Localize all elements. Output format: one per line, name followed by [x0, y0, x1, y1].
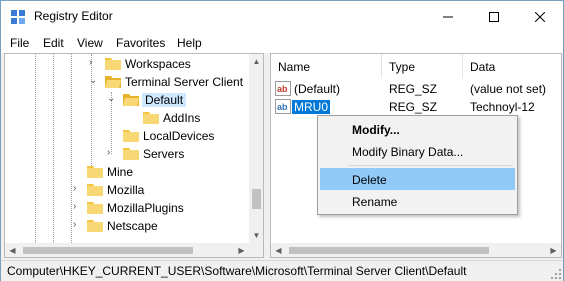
value-data: (value not set) [470, 82, 547, 96]
chevron-right-icon[interactable]: › [73, 184, 83, 194]
tree-item-localdevices[interactable]: LocalDevices [5, 127, 250, 145]
scroll-up-icon[interactable]: ▲ [249, 54, 263, 69]
tree-item-label: Default [142, 93, 187, 107]
tree-item-default[interactable]: ⌄ Default [5, 91, 250, 109]
menu-bar: File Edit View Favorites Help [1, 32, 563, 53]
tree-item-terminal-server-client[interactable]: ⌄ Terminal Server Client [5, 73, 250, 91]
tree-item-addins[interactable]: AddIns [5, 109, 250, 127]
folder-icon [143, 112, 159, 124]
scroll-right-icon[interactable]: ▶ [546, 243, 561, 257]
menu-edit[interactable]: Edit [43, 36, 64, 50]
string-value-icon: ab [275, 99, 291, 114]
folder-icon [87, 184, 103, 196]
folder-icon [87, 166, 103, 178]
scroll-right-icon[interactable]: ▶ [234, 243, 249, 257]
folder-open-icon [105, 76, 121, 88]
list-row-mru0[interactable]: ab MRU0 REG_SZ Technoyl-12 [271, 98, 561, 116]
maximize-icon [489, 11, 499, 22]
scroll-thumb[interactable] [23, 247, 193, 254]
svg-text:ab: ab [277, 102, 288, 112]
tree-item-label: Workspaces [125, 57, 191, 71]
tree-item-label: Terminal Server Client [125, 75, 244, 89]
menu-view[interactable]: View [77, 36, 103, 50]
scroll-left-icon[interactable]: ◀ [5, 243, 20, 257]
key-tree[interactable]: › Workspaces ⌄ Terminal Server Client ⌄ … [4, 53, 264, 258]
close-button[interactable] [517, 1, 563, 32]
menu-item-label: Modify... [352, 123, 400, 137]
folder-icon [87, 202, 103, 214]
menu-item-label: Rename [352, 195, 398, 209]
tree-item-label: Netscape [107, 219, 158, 233]
maximize-button[interactable] [471, 1, 517, 32]
list-horizontal-scrollbar[interactable]: ◀ ▶ [271, 243, 561, 257]
tree-item-label: MozillaPlugins [107, 201, 184, 215]
menu-item-label: Delete [352, 173, 387, 187]
tree-item-netscape[interactable]: › Netscape [5, 217, 250, 235]
tree-item-label: Mine [107, 165, 134, 179]
column-divider[interactable] [462, 54, 463, 78]
tree-item-mozillaplugins[interactable]: › MozillaPlugins [5, 199, 250, 217]
menu-item-modify[interactable]: Modify... [320, 118, 515, 140]
status-bar: Computer\HKEY_CURRENT_USER\Software\Micr… [1, 260, 563, 281]
window-title: Registry Editor [34, 9, 113, 23]
scroll-left-icon[interactable]: ◀ [271, 243, 286, 257]
tree-horizontal-scrollbar[interactable]: ◀ ▶ [5, 243, 249, 257]
scrollbar-corner [249, 243, 263, 257]
title-bar: Registry Editor [1, 1, 563, 32]
tree-vertical-scrollbar[interactable]: ▲ ▼ [249, 54, 263, 243]
minimize-icon [443, 16, 453, 17]
value-type: REG_SZ [389, 82, 438, 96]
tree-item-label: Servers [143, 147, 185, 161]
resize-grip-icon[interactable] [551, 269, 561, 279]
scroll-thumb[interactable] [289, 247, 489, 254]
column-header-type[interactable]: Type [389, 54, 415, 78]
minimize-button[interactable] [425, 1, 471, 32]
svg-text:ab: ab [277, 84, 288, 94]
menu-separator [348, 165, 513, 166]
key-path: Computer\HKEY_CURRENT_USER\Software\Micr… [7, 264, 467, 278]
folder-icon [123, 148, 139, 160]
scroll-down-icon[interactable]: ▼ [249, 228, 263, 243]
value-name: MRU0 [292, 100, 331, 114]
column-divider[interactable] [381, 54, 382, 78]
string-value-icon: ab [275, 81, 291, 96]
tree-item-label: AddIns [163, 111, 201, 125]
tree-item-mozilla[interactable]: › Mozilla [5, 181, 250, 199]
column-header-data[interactable]: Data [470, 54, 495, 78]
column-header-name[interactable]: Name [278, 54, 310, 78]
scroll-thumb[interactable] [252, 189, 261, 209]
chevron-right-icon[interactable]: › [107, 148, 117, 158]
tree-item-label: LocalDevices [143, 129, 215, 143]
value-data: Technoyl-12 [470, 100, 535, 114]
menu-item-delete[interactable]: Delete [320, 168, 515, 190]
chevron-down-icon[interactable]: ⌄ [107, 94, 117, 104]
folder-icon [105, 58, 121, 70]
folder-icon [87, 220, 103, 232]
folder-icon [123, 130, 139, 142]
chevron-right-icon[interactable]: › [89, 58, 99, 68]
tree-item-workspaces[interactable]: › Workspaces [5, 55, 250, 73]
context-menu: Modify... Modify Binary Data... Delete R… [317, 115, 518, 215]
registry-editor-window: Registry Editor File Edit View Favorites… [0, 0, 564, 281]
value-name: (Default) [294, 82, 341, 96]
menu-item-modify-binary-data[interactable]: Modify Binary Data... [320, 140, 515, 162]
menu-file[interactable]: File [10, 36, 29, 50]
tree-item-servers[interactable]: › Servers [5, 145, 250, 163]
chevron-right-icon[interactable]: › [73, 202, 83, 212]
tree-item-label: Mozilla [107, 183, 145, 197]
menu-item-label: Modify Binary Data... [352, 145, 464, 159]
list-row-default[interactable]: ab (Default) REG_SZ (value not set) [271, 80, 561, 98]
menu-item-rename[interactable]: Rename [320, 190, 515, 212]
close-icon [535, 11, 545, 22]
menu-favorites[interactable]: Favorites [116, 36, 165, 50]
menu-help[interactable]: Help [177, 36, 202, 50]
tree-item-mine[interactable]: Mine [5, 163, 250, 181]
chevron-right-icon[interactable]: › [73, 220, 83, 230]
folder-open-icon [123, 94, 139, 106]
value-type: REG_SZ [389, 100, 438, 114]
chevron-down-icon[interactable]: ⌄ [89, 76, 99, 86]
registry-icon [11, 10, 25, 24]
